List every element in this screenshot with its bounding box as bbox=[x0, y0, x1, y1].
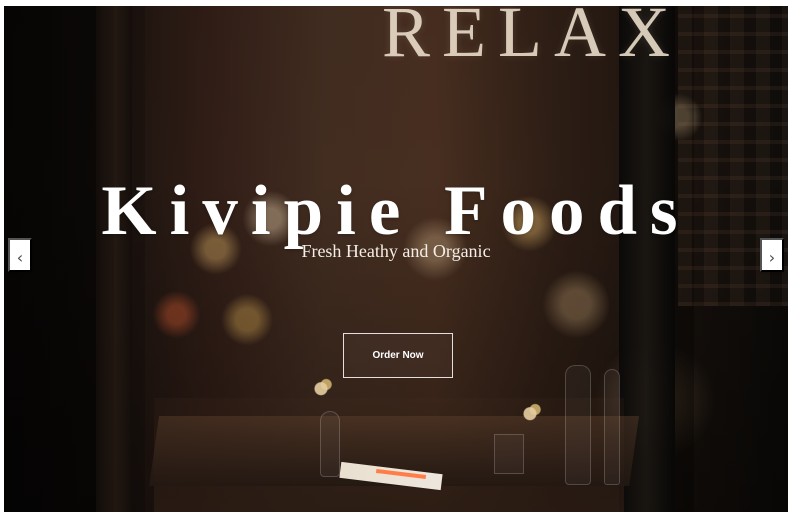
slider-prev-button[interactable]: ‹ bbox=[8, 238, 32, 272]
background-flower-2 bbox=[517, 399, 543, 441]
background-flower-1 bbox=[308, 374, 334, 416]
background-glass-1 bbox=[320, 411, 340, 477]
hero-title: Kivipie Foods bbox=[101, 171, 691, 250]
chevron-left-icon: ‹ bbox=[16, 248, 24, 267]
hero-subtitle: Fresh Heathy and Organic bbox=[301, 241, 491, 261]
page-frame: RELAX Kivipie Foods Fresh Heathy and Org… bbox=[0, 0, 792, 518]
order-now-button[interactable]: Order Now bbox=[343, 333, 453, 378]
slider-next-button[interactable]: › bbox=[760, 238, 784, 272]
background-sign: RELAX bbox=[382, 6, 682, 72]
hero-slider: RELAX Kivipie Foods Fresh Heathy and Org… bbox=[4, 6, 788, 512]
background-glass-3 bbox=[565, 365, 591, 485]
background-glass-4 bbox=[604, 369, 620, 485]
chevron-right-icon: › bbox=[768, 248, 776, 267]
